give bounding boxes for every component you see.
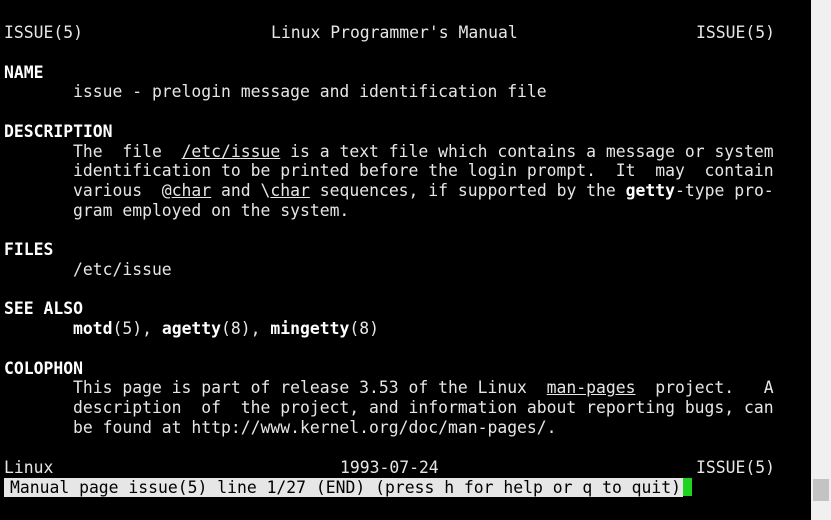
terminal-window[interactable]: ISSUE(5) Linux Programmer's Manual ISSUE… [0, 0, 811, 520]
pager-status-text: Manual page issue(5) line 1/27 (END) (pr… [4, 478, 684, 497]
description-line-1: The file /etc/issue is a text file which… [73, 142, 774, 162]
description-text: sequences, if supported by the [309, 181, 626, 200]
ref-mingetty: mingetty [270, 319, 350, 338]
description-text: various @ [73, 181, 172, 200]
man-header-center: Linux Programmer's Manual [271, 23, 518, 42]
section-heading-colophon: COLOPHON [4, 359, 83, 378]
colophon-line-2: description of the project, and informat… [73, 398, 774, 417]
name-text: issue - prelogin message and identificat… [73, 82, 547, 101]
colophon-line-3: be found at http://www.kernel.org/doc/ma… [73, 418, 557, 437]
man-header-left: ISSUE(5) [4, 23, 83, 42]
man-header-right: ISSUE(5) [696, 23, 775, 42]
description-line-2: identification to be printed before the … [73, 161, 774, 180]
pager-status-line: Manual page issue(5) line 1/27 (END) (pr… [4, 478, 693, 498]
ref-section: (5), [112, 319, 162, 338]
man-footer-right: ISSUE(5) [696, 458, 775, 477]
description-line-3: various @char and \char sequences, if su… [73, 181, 774, 201]
colophon-text: project. A [635, 378, 774, 397]
description-text: -type pro- [675, 181, 774, 200]
section-heading-files: FILES [4, 240, 54, 259]
scrollbar-track-bottom[interactable] [811, 501, 831, 520]
ref-section: (8) [349, 319, 379, 338]
see-also-refs: motd(5), agetty(8), mingetty(8) [73, 319, 379, 339]
getty-term: getty [625, 181, 675, 200]
vertical-scrollbar[interactable] [811, 0, 831, 520]
man-footer-center: 1993-07-24 [340, 458, 439, 477]
section-heading-see-also: SEE ALSO [4, 299, 83, 318]
files-text: /etc/issue [73, 260, 172, 279]
section-heading-description: DESCRIPTION [4, 122, 113, 141]
description-text: is a text file which contains a message … [280, 142, 774, 161]
description-text: The file [73, 142, 182, 161]
man-footer-left: Linux [4, 458, 54, 477]
colophon-text: This page is part of release 3.53 of the… [73, 378, 547, 397]
ref-motd: motd [73, 319, 113, 338]
man-pages-link: man-pages [546, 378, 636, 397]
file-reference: /etc/issue [181, 142, 281, 161]
colophon-line-1: This page is part of release 3.53 of the… [73, 378, 774, 398]
description-text: and \ [211, 181, 271, 200]
char-term: char [270, 181, 310, 200]
description-line-4: gram employed on the system. [73, 201, 350, 220]
ref-section: (8), [221, 319, 271, 338]
terminal-cursor [683, 478, 693, 496]
scrollbar-thumb[interactable] [813, 479, 829, 501]
section-heading-name: NAME [4, 63, 44, 82]
ref-agetty: agetty [161, 319, 222, 338]
char-term: char [171, 181, 212, 200]
